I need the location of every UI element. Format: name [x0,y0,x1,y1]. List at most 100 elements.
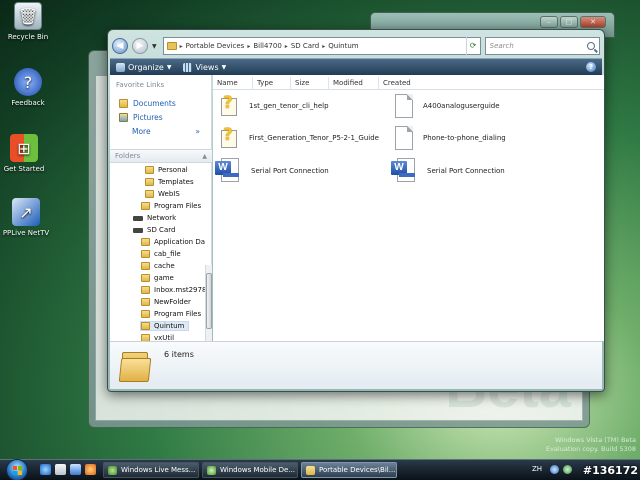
desktop-icon-get-started[interactable]: ⊞ Get Started [0,134,52,173]
search-input[interactable]: Search [484,37,600,55]
file-name: 1st_gen_tenor_cli_help [249,102,329,110]
start-button[interactable] [6,459,28,480]
mobile-device-icon [207,465,216,475]
minimize-icon[interactable]: – [540,16,558,28]
scrollbar-thumb[interactable] [206,273,212,329]
document-icon [395,94,413,118]
organize-button[interactable]: Organize ▼ [116,62,172,72]
file-item[interactable]: ? First_Generation_Tenor_P5-2-1_Guide [219,125,379,149]
tree-item[interactable]: cab_file [141,250,181,258]
address-bar-row: ◀ ▶ ▼ ▸ Portable Devices ▸ Bill4700 ▸ SD… [112,35,600,57]
back-button[interactable]: ◀ [112,38,128,54]
file-item[interactable]: W Serial Port Connection [215,158,329,184]
email-icon[interactable] [55,464,66,475]
tree-item[interactable]: Network [133,214,176,222]
column-headers: Name Type Size Modified Created [213,77,604,90]
file-item[interactable]: ? 1st_gen_tenor_cli_help [219,93,329,117]
folder-icon [141,274,150,282]
tree-item[interactable]: cache [141,262,175,270]
search-icon[interactable] [587,42,595,50]
folder-icon [141,310,150,318]
file-name: First_Generation_Tenor_P5-2-1_Guide [249,134,379,142]
tree-item[interactable]: WebIS [145,190,180,198]
double-chevron-icon: » [195,127,200,136]
file-list: Name Type Size Modified Created ? 1st_ge… [213,75,604,341]
forward-button[interactable]: ▶ [132,38,148,54]
breadcrumb-item[interactable]: Quintum [328,42,358,50]
folder-icon [166,42,177,50]
file-name: Serial Port Connection [427,167,505,175]
tree-item[interactable]: Inbox.mst2978 [141,286,206,294]
search-placeholder: Search [489,42,514,50]
desktop-icon-label: Recycle Bin [7,33,49,41]
recycle-bin-icon: 🗑 [14,2,42,30]
favorite-link-pictures[interactable]: Pictures [119,113,163,122]
file-item[interactable]: A400analoguserguide [395,94,500,118]
recent-pages-chevron-icon[interactable]: ▼ [152,43,157,50]
tree-item[interactable]: Personal [145,166,188,174]
help-icon[interactable]: ? [586,62,596,72]
favorite-link-documents[interactable]: Documents [119,99,176,108]
file-item[interactable]: Phone-to-phone_dialing [395,126,506,150]
chevron-down-icon: ▼ [221,63,227,71]
tree-item[interactable]: Program Files [141,202,201,210]
tree-item[interactable]: game [141,274,174,282]
network-icon[interactable] [563,465,572,474]
views-icon [183,62,193,72]
desktop-icon-feedback[interactable]: ? Feedback [0,68,56,107]
file-name: Serial Port Connection [251,167,329,175]
address-field[interactable]: ▸ Portable Devices ▸ Bill4700 ▸ SD Card … [162,37,481,55]
pplive-icon: ↗ [12,198,40,226]
build-watermark: Windows Vista (TM) Beta Evaluation copy.… [545,436,636,453]
chevron-down-icon: ▼ [166,63,172,71]
folder-icon [145,166,154,174]
background-window-controls: – □ ✕ [540,16,606,28]
desktop-icon-recycle-bin[interactable]: 🗑 Recycle Bin [0,2,56,41]
breadcrumb-item[interactable]: SD Card [291,42,319,50]
chevron-up-icon: ▲ [202,152,207,160]
close-icon[interactable]: ✕ [580,16,606,28]
desktop-icon-pplive[interactable]: ↗ PPLive NetTV [0,198,54,237]
tree-item[interactable]: Program Files [141,310,201,318]
tree-item[interactable]: SD Card [133,226,175,234]
help-file-icon: ? [219,93,239,117]
folder-icon [141,238,150,246]
favorite-links-header: Favorite Links [116,81,165,89]
taskbar-button-portable-devices[interactable]: Portable Devices\Bil... [301,462,397,478]
views-button[interactable]: Views ▼ [183,62,227,72]
folder-icon [141,298,150,306]
more-links-button[interactable]: More » [132,127,200,136]
media-player-icon[interactable] [85,464,96,475]
breadcrumb-item[interactable]: Bill4700 [253,42,281,50]
help-icon[interactable] [550,465,559,474]
taskbar-button-mobile-device-center[interactable]: Windows Mobile De... [202,462,298,478]
column-header-name[interactable]: Name [213,77,253,89]
language-indicator[interactable]: ZH [532,465,542,473]
column-header-type[interactable]: Type [253,77,291,89]
maximize-icon[interactable]: □ [560,16,578,28]
network-icon [133,215,143,221]
word-document-icon: W [391,158,417,184]
column-header-created[interactable]: Created [379,77,429,89]
folder-icon [141,286,150,294]
column-header-modified[interactable]: Modified [329,77,379,89]
taskbar: Windows Live Mess... Windows Mobile De..… [0,459,640,480]
item-count: 6 items [164,350,194,359]
tree-item[interactable]: Templates [145,178,194,186]
tree-item-selected[interactable]: Quintum [140,321,190,331]
column-header-size[interactable]: Size [291,77,329,89]
windows-logo-icon [12,465,22,475]
file-item[interactable]: W Serial Port Connection [391,158,505,184]
internet-explorer-icon[interactable] [40,464,51,475]
breadcrumb-item[interactable]: Portable Devices [186,42,245,50]
folders-scrollbar[interactable] [205,265,212,341]
show-desktop-icon[interactable] [70,464,81,475]
feedback-icon: ? [14,68,42,96]
refresh-icon[interactable]: ⟳ [465,37,480,55]
windows-flag-icon: ⊞ [10,134,38,162]
taskbar-button-live-messenger[interactable]: Windows Live Mess... [103,462,199,478]
folders-header[interactable]: Folders ▲ [110,149,212,163]
tree-item[interactable]: Application Da [141,238,205,246]
tree-item[interactable]: NewFolder [141,298,191,306]
folder-icon [141,250,150,258]
